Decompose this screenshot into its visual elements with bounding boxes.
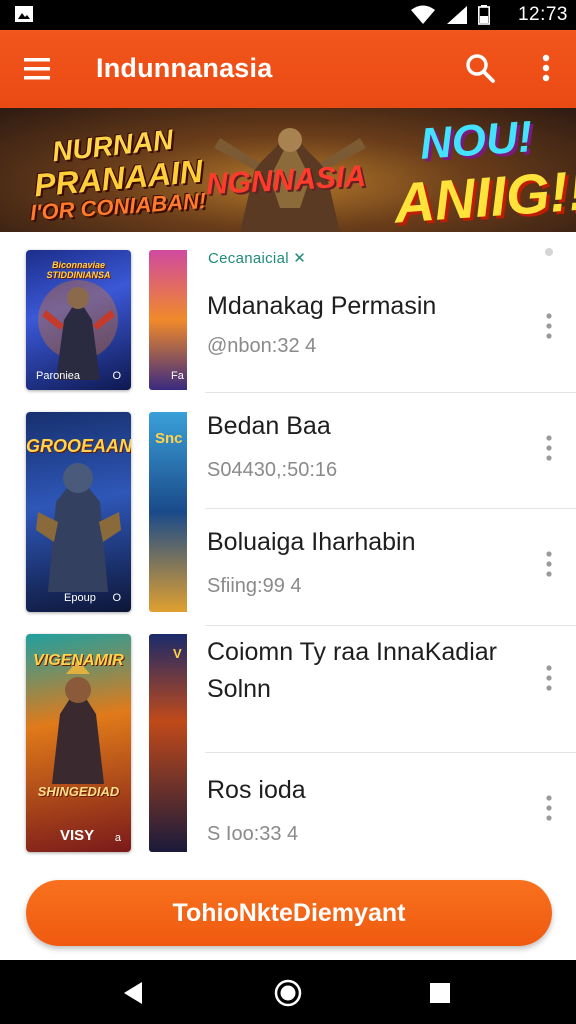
system-nav-bar <box>0 960 576 1024</box>
item-text: Boluaiga Iharhabin Sfiing:99 4 <box>207 524 527 598</box>
item-text: Bedan Baa S04430,:50:16 <box>207 408 527 482</box>
back-triangle-icon[interactable] <box>118 978 148 1008</box>
thumbnail-title: Biconnaviae STIDDINIANSA <box>46 260 111 280</box>
app-bar: Indunnanasia <box>0 30 576 108</box>
thumbnail-badge: O <box>112 370 121 382</box>
battery-icon <box>478 5 490 25</box>
thumbnail-title: VIGENAMIR <box>33 652 124 669</box>
list-item[interactable]: VIGENAMIR SHINGEDIAD VISY a V Coiomn Ty … <box>0 626 576 852</box>
item-more-icon[interactable] <box>540 548 558 580</box>
wifi-icon <box>411 5 435 24</box>
game-thumbnail[interactable]: Biconnaviae STIDDINIANSA Paroniea O <box>26 250 131 390</box>
item-title: Coiomn Ty raa InnaKadiar Solnn <box>207 638 497 703</box>
item-meta: S Ioo:33 4 <box>207 823 299 845</box>
item-meta: S04430,:50:16 <box>207 459 338 481</box>
item-title: Ros ioda <box>207 776 306 804</box>
list-item[interactable]: GROOEAAN Epoup O Snc Bedan Baa S04430,:5… <box>0 392 576 612</box>
banner-text-right-2: ANIIG!! <box>392 158 576 232</box>
thumbnail-secondary-label: Fa <box>171 370 184 382</box>
status-icons <box>410 5 490 25</box>
item-text: Coiomn Ty raa InnaKadiar Solnn <box>207 634 527 708</box>
status-time: 12:73 <box>517 4 568 25</box>
item-text: Ros ioda S Ioo:33 4 <box>207 772 527 846</box>
thumbnail-footer: Paroniea <box>36 370 81 382</box>
image-icon <box>15 6 33 22</box>
thumbnail-secondary-label: V <box>173 646 182 661</box>
thumbnail-title: GROOEAAN <box>26 436 131 456</box>
promo-banner[interactable]: NURNAN PRANAAIN I'OR CONIABAN! NGNNASIA … <box>0 108 576 232</box>
app-title: Indunnanasia <box>96 53 273 83</box>
home-circle-icon[interactable] <box>273 978 303 1008</box>
hamburger-menu-icon[interactable] <box>18 53 58 85</box>
item-more-icon[interactable] <box>540 662 558 694</box>
primary-cta-button[interactable]: TohioNkteDiemyant <box>26 880 552 946</box>
divider <box>205 508 576 509</box>
game-thumbnail-secondary[interactable]: Fa <box>149 250 187 390</box>
more-vert-icon[interactable] <box>532 50 560 86</box>
game-list: Cecanaicial ✕ Biconnaviae STIDDINIANSA P… <box>0 232 576 860</box>
item-meta: Sfiing:99 4 <box>207 575 302 597</box>
signal-icon <box>447 6 467 24</box>
item-meta: @nbon:32 4 <box>207 335 317 357</box>
item-title: Boluaiga Iharhabin <box>207 528 416 556</box>
list-item[interactable]: Biconnaviae STIDDINIANSA Paroniea O Fa M… <box>0 232 576 393</box>
item-title: Bedan Baa <box>207 412 331 440</box>
status-bar: 12:73 <box>0 0 576 30</box>
item-title: Mdanakag Permasin <box>207 292 437 320</box>
item-text: Mdanakag Permasin @nbon:32 4 <box>207 288 527 358</box>
item-more-icon[interactable] <box>540 432 558 464</box>
recents-square-icon[interactable] <box>425 978 455 1008</box>
list-item[interactable]: Boluaiga Iharhabin Sfiing:99 4 <box>0 510 576 626</box>
thumbnail-secondary-label: Snc <box>155 430 183 447</box>
item-more-icon[interactable] <box>540 310 558 342</box>
list-item[interactable]: Ros ioda S Ioo:33 4 <box>0 752 576 860</box>
search-icon[interactable] <box>462 50 498 86</box>
item-more-icon[interactable] <box>540 792 558 824</box>
